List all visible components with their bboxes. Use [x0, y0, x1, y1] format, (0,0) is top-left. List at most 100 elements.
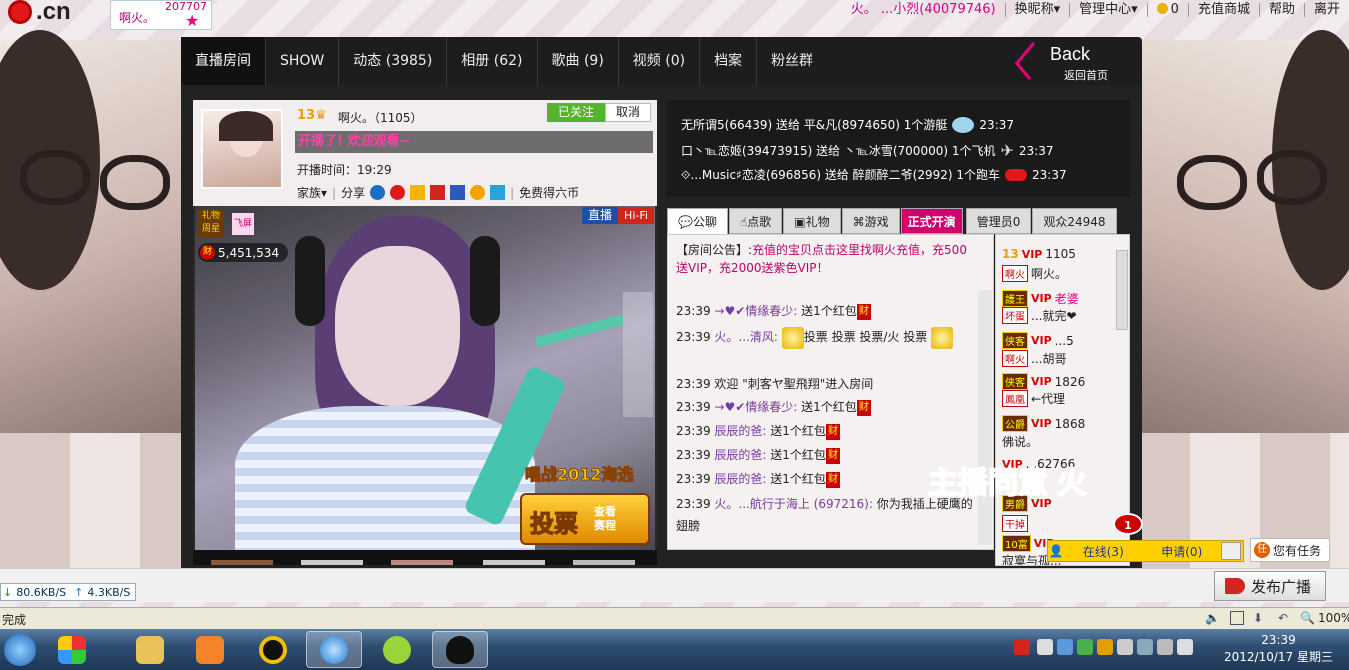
share-qzone-icon[interactable] [410, 185, 426, 200]
tray-icon[interactable] [1097, 639, 1113, 655]
free-coins-link[interactable]: 免费得六币 [519, 184, 579, 201]
top-menu-user[interactable]: 火。 ...小烈(40079746) [842, 3, 1005, 17]
followed-button[interactable]: 已关注 [547, 103, 605, 122]
tab-live-room[interactable]: 直播房间 [181, 37, 266, 85]
zoom-level[interactable]: 100% [1318, 611, 1349, 625]
tab-fan-group[interactable]: 粉丝群 [757, 37, 827, 85]
taskbar-app-browser[interactable] [306, 631, 362, 668]
taskbar-clock[interactable]: 23:39 2012/10/17 星期三 [1224, 632, 1333, 666]
room-notice[interactable]: 【房间公告】:充值的宝贝点击这里找啊火充值，充500送VIP，充2000送紫色V… [676, 241, 976, 277]
top-menu-help[interactable]: 帮助 [1258, 3, 1304, 17]
red-envelope-icon: 财 [856, 399, 871, 416]
sogou-tray-icon[interactable] [1014, 639, 1030, 655]
tab-official-show[interactable]: 正式开演 [900, 208, 963, 234]
list-item[interactable]: 13 VIP 1105 [1002, 247, 1076, 261]
taskbar-app[interactable] [122, 631, 178, 668]
top-menu-admin[interactable]: 管理中心▾ [1069, 3, 1147, 17]
audience-scrollbar[interactable] [1116, 250, 1128, 330]
unfollow-button[interactable]: 取消 [605, 103, 651, 122]
taskbar-app[interactable] [44, 631, 100, 668]
apply-count-button[interactable]: 申请(0) [1143, 543, 1222, 560]
notification-badge[interactable]: 1 [1113, 513, 1143, 535]
family-dropdown[interactable]: 家族▾ [297, 184, 327, 201]
gift-star-badge[interactable]: 礼物周星 [198, 210, 224, 238]
chat-user[interactable]: 辰辰的爸: [714, 424, 766, 438]
add-user-icon[interactable] [1221, 542, 1241, 560]
list-item[interactable]: 坏蛋 ...就完❤ [1002, 307, 1077, 324]
share-qq-icon[interactable] [490, 185, 506, 200]
tab-activity[interactable]: 动态 (3985) [339, 37, 448, 85]
tray-icon[interactable] [1117, 639, 1133, 655]
anchor-avatar[interactable] [201, 109, 283, 189]
tab-public-chat[interactable]: 💬公聊 [667, 208, 728, 234]
list-item[interactable]: 護王 VIP 老婆 [1002, 290, 1079, 307]
top-menu-recharge[interactable]: 充值商城 [1187, 3, 1259, 17]
gift-slot[interactable] [483, 560, 545, 565]
tab-admins[interactable]: 管理员0 [965, 208, 1032, 234]
tab-profile[interactable]: 档案 [700, 37, 758, 85]
list-item[interactable]: 啊火 啊火。 [1002, 265, 1067, 282]
tray-icon[interactable] [1077, 639, 1093, 655]
chat-user[interactable]: 辰辰的爸: [714, 472, 766, 486]
tab-gifts[interactable]: ▣礼物 [783, 208, 841, 234]
taskbar-app-qq[interactable] [432, 631, 488, 668]
fly-screen-button[interactable]: 飞屏 [232, 213, 254, 235]
list-item[interactable]: 侠客 VIP ...5 [1002, 332, 1074, 349]
tab-song-request[interactable]: ☝点歌 [728, 208, 783, 234]
tab-audience[interactable]: 观众24948 [1032, 208, 1117, 234]
list-item[interactable]: 鳳凰 ←代理 [1002, 390, 1065, 407]
top-menu-change-nick[interactable]: 换昵称▾ [1004, 3, 1070, 17]
tab-videos[interactable]: 视频 (0) [619, 37, 701, 85]
chat-user[interactable]: 辰辰的爸: [714, 448, 766, 462]
top-menu-leave[interactable]: 离开 [1303, 3, 1349, 17]
gift-slot[interactable] [301, 560, 363, 565]
gift-slot[interactable] [573, 560, 635, 565]
task-button[interactable]: 任 您有任务 [1250, 538, 1330, 562]
chat-user[interactable]: 火。...航行于海上 (697216): [714, 497, 872, 511]
speaker-icon[interactable]: 🔈 [1205, 611, 1220, 625]
gift-slot[interactable] [211, 560, 273, 565]
online-count-button[interactable]: 在线(3) [1064, 543, 1143, 560]
undo-icon[interactable]: ↶ [1278, 611, 1288, 625]
video-side-tab[interactable] [623, 292, 653, 417]
site-logo[interactable]: .cn [0, 0, 100, 30]
share-kaixin-icon[interactable] [430, 185, 446, 200]
tab-games[interactable]: ⌘游戏 [841, 208, 900, 234]
share-sohu-icon[interactable] [470, 185, 486, 200]
list-item[interactable]: 啊火 ...胡哥 [1002, 350, 1066, 367]
tray-icon[interactable] [1057, 639, 1073, 655]
gift-slot[interactable] [391, 560, 453, 565]
chat-user[interactable]: 火。...清风: [714, 330, 778, 344]
top-menu-coins[interactable]: 0 [1146, 3, 1188, 17]
list-item[interactable]: 干掉 [1002, 515, 1028, 532]
tray-icon[interactable] [1157, 639, 1173, 655]
taskbar-app[interactable] [245, 631, 301, 668]
tab-album[interactable]: 相册 (62) [447, 37, 538, 85]
download-icon[interactable]: ⬇ [1253, 611, 1263, 625]
share-weibo-icon[interactable] [390, 185, 406, 200]
list-item[interactable]: 公爵 VIP 1868 [1002, 415, 1085, 432]
anchor-badge[interactable]: 啊火。 207707 ★ [110, 0, 212, 30]
vote-button[interactable]: 投票 查看赛程 [520, 493, 650, 545]
share-renren-icon[interactable] [370, 185, 386, 200]
start-button[interactable] [0, 631, 40, 668]
tab-show[interactable]: SHOW [266, 37, 340, 85]
list-item[interactable]: 佛说。 [1002, 433, 1038, 450]
share-douban-icon[interactable] [450, 185, 466, 200]
taskbar-app[interactable] [182, 631, 238, 668]
chat-scrollbar[interactable] [978, 290, 992, 545]
back-button[interactable]: Back 返回首页 [1014, 41, 1114, 82]
chat-user[interactable]: →♥✔情缘春少: [714, 400, 797, 414]
compat-icon[interactable] [1230, 611, 1244, 625]
zoom-icon[interactable]: 🔍 [1300, 611, 1315, 625]
volume-icon[interactable] [1177, 639, 1193, 655]
logo-circle-icon [8, 0, 32, 24]
live-video[interactable]: 礼物周星 飞屏 财 5,451,534 直播 Hi-Fi 唱战2012海选 投票… [195, 206, 655, 550]
publish-broadcast-button[interactable]: 发布广播 [1214, 571, 1326, 601]
tray-icon[interactable] [1037, 639, 1053, 655]
list-item[interactable]: 侠客 VIP 1826 [1002, 373, 1085, 390]
taskbar-app[interactable] [369, 631, 425, 668]
tab-songs[interactable]: 歌曲 (9) [538, 37, 619, 85]
tray-icon[interactable] [1137, 639, 1153, 655]
chat-user[interactable]: →♥✔情缘春少: [714, 304, 797, 318]
